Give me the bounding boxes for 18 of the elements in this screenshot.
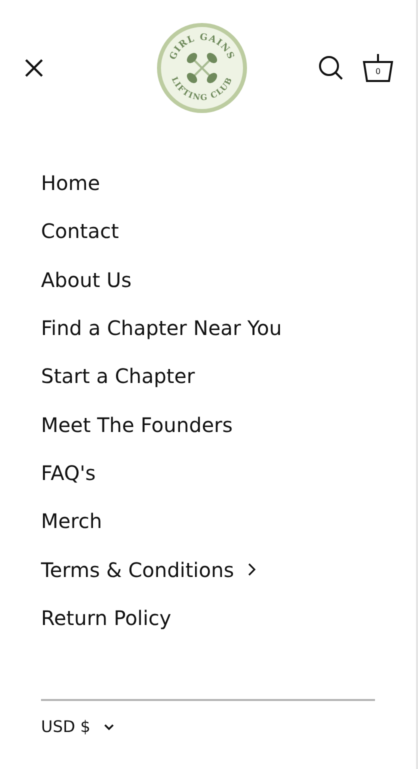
menu-item[interactable]: Terms & Conditions — [41, 545, 416, 594]
menu-item[interactable]: Return Policy — [41, 594, 416, 642]
menu-item[interactable]: Start a Chapter — [41, 352, 416, 400]
currency-selector[interactable]: USD $ — [41, 715, 114, 739]
menu-item[interactable]: Contact — [41, 207, 416, 256]
close-icon — [24, 58, 44, 78]
menu-item[interactable]: Find a Chapter Near You — [41, 304, 416, 352]
menu-item[interactable]: Merch — [41, 497, 416, 546]
menu-item[interactable]: Meet The Founders — [41, 400, 416, 449]
chevron-down-icon — [104, 724, 114, 730]
chevron-right-icon — [248, 563, 256, 576]
menu-item[interactable]: About Us — [41, 256, 416, 304]
search-icon — [318, 54, 344, 80]
menu-item[interactable]: FAQ's — [41, 448, 416, 498]
menu-item[interactable]: Home — [41, 159, 416, 208]
search-button[interactable] — [318, 54, 344, 80]
cart-count: 0 — [375, 68, 381, 76]
cart-button[interactable]: 0 — [362, 52, 394, 82]
